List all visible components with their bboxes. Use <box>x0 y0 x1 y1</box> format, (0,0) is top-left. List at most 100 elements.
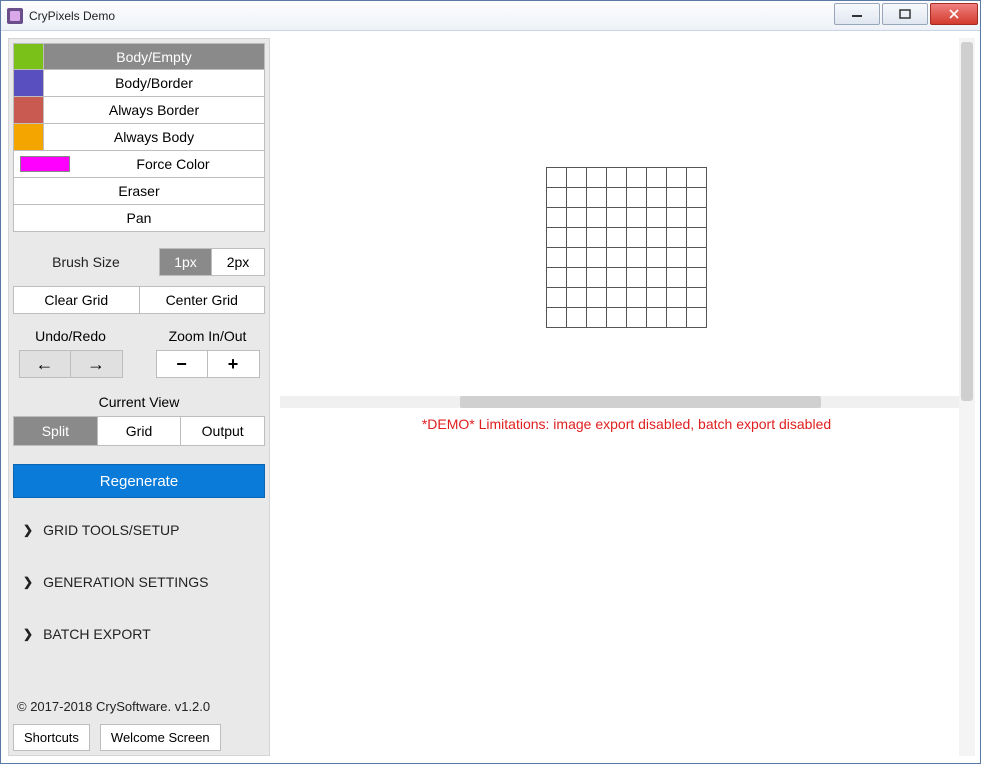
grid-cell[interactable] <box>666 287 686 307</box>
grid-cell[interactable] <box>646 207 666 227</box>
grid-cell[interactable] <box>666 167 686 187</box>
section-batch-export[interactable]: ❯BATCH EXPORT <box>13 626 265 642</box>
grid-cell[interactable] <box>666 187 686 207</box>
divider-thumb[interactable] <box>460 396 820 408</box>
pane-divider[interactable] <box>280 396 973 408</box>
grid-cell[interactable] <box>586 187 606 207</box>
grid-cell[interactable] <box>586 207 606 227</box>
view-option-grid[interactable]: Grid <box>98 417 182 445</box>
redo-button[interactable]: → <box>71 350 123 378</box>
grid-cell[interactable] <box>686 227 706 247</box>
grid-cell[interactable] <box>566 287 586 307</box>
grid-cell[interactable] <box>626 227 646 247</box>
grid-cell[interactable] <box>586 247 606 267</box>
section-generation-settings[interactable]: ❯GENERATION SETTINGS <box>13 574 265 590</box>
minimize-button[interactable] <box>834 3 880 25</box>
shortcuts-button[interactable]: Shortcuts <box>13 724 90 751</box>
grid-cell[interactable] <box>646 307 666 327</box>
grid-cell[interactable] <box>586 167 606 187</box>
tool-always-border[interactable]: Always Border <box>13 97 265 124</box>
grid-cell[interactable] <box>546 307 566 327</box>
grid-cell[interactable] <box>626 267 646 287</box>
grid-pane[interactable] <box>280 38 973 396</box>
grid-cell[interactable] <box>686 267 706 287</box>
grid-cell[interactable] <box>626 247 646 267</box>
grid-cell[interactable] <box>586 307 606 327</box>
grid-cell[interactable] <box>666 247 686 267</box>
grid-cell[interactable] <box>626 287 646 307</box>
undo-button[interactable]: ← <box>19 350 71 378</box>
grid-cell[interactable] <box>646 187 666 207</box>
view-option-split[interactable]: Split <box>14 417 98 445</box>
grid-cell[interactable] <box>626 167 646 187</box>
grid-cell[interactable] <box>686 307 706 327</box>
tool-label: Always Border <box>44 97 264 123</box>
grid-cell[interactable] <box>546 227 566 247</box>
grid-cell[interactable] <box>566 267 586 287</box>
grid-cell[interactable] <box>686 187 706 207</box>
grid-cell[interactable] <box>566 227 586 247</box>
grid-cell[interactable] <box>586 227 606 247</box>
titlebar: CryPixels Demo <box>1 1 980 31</box>
tool-body-empty[interactable]: Body/Empty <box>13 43 265 70</box>
zoom-in-button[interactable]: + <box>208 350 260 378</box>
grid-cell[interactable] <box>686 167 706 187</box>
grid-cell[interactable] <box>546 207 566 227</box>
center-grid-button[interactable]: Center Grid <box>140 286 266 314</box>
tool-body-border[interactable]: Body/Border <box>13 70 265 97</box>
section-grid-tools-setup[interactable]: ❯GRID TOOLS/SETUP <box>13 522 265 538</box>
grid-cell[interactable] <box>646 167 666 187</box>
grid-cell[interactable] <box>606 307 626 327</box>
view-option-output[interactable]: Output <box>181 417 264 445</box>
grid-cell[interactable] <box>686 287 706 307</box>
grid-cell[interactable] <box>566 167 586 187</box>
grid-cell[interactable] <box>666 307 686 327</box>
grid-cell[interactable] <box>606 267 626 287</box>
grid-cell[interactable] <box>646 247 666 267</box>
grid-cell[interactable] <box>606 227 626 247</box>
tool-always-body[interactable]: Always Body <box>13 124 265 151</box>
grid-cell[interactable] <box>606 167 626 187</box>
brush-option-1px[interactable]: 1px <box>160 249 212 275</box>
grid-cell[interactable] <box>546 267 566 287</box>
grid-cell[interactable] <box>566 307 586 327</box>
clear-grid-button[interactable]: Clear Grid <box>13 286 140 314</box>
regenerate-button[interactable]: Regenerate <box>13 464 265 498</box>
grid-cell[interactable] <box>606 207 626 227</box>
vertical-scrollbar[interactable] <box>959 38 975 756</box>
grid-cell[interactable] <box>606 187 626 207</box>
scrollbar-thumb[interactable] <box>961 42 973 401</box>
zoom-out-button[interactable]: − <box>156 350 208 378</box>
maximize-button[interactable] <box>882 3 928 25</box>
tool-pan[interactable]: Pan <box>13 205 265 232</box>
grid-cell[interactable] <box>646 227 666 247</box>
tool-eraser[interactable]: Eraser <box>13 178 265 205</box>
close-button[interactable] <box>930 3 978 25</box>
grid-cell[interactable] <box>626 187 646 207</box>
grid-cell[interactable] <box>626 207 646 227</box>
grid-cell[interactable] <box>646 287 666 307</box>
grid-cell[interactable] <box>566 247 586 267</box>
grid-cell[interactable] <box>566 207 586 227</box>
grid-cell[interactable] <box>666 267 686 287</box>
grid-cell[interactable] <box>686 207 706 227</box>
grid-cell[interactable] <box>606 247 626 267</box>
brush-option-2px[interactable]: 2px <box>212 249 264 275</box>
grid-cell[interactable] <box>566 187 586 207</box>
tool-force-color[interactable]: Force Color <box>13 151 265 178</box>
grid-cell[interactable] <box>546 247 566 267</box>
grid-cell[interactable] <box>546 167 566 187</box>
grid-cell[interactable] <box>666 227 686 247</box>
grid-cell[interactable] <box>546 187 566 207</box>
grid-cell[interactable] <box>686 247 706 267</box>
grid-cell[interactable] <box>606 287 626 307</box>
grid-cell[interactable] <box>666 207 686 227</box>
welcome-screen-button[interactable]: Welcome Screen <box>100 724 221 751</box>
force-color-swatch[interactable] <box>20 156 70 172</box>
grid-cell[interactable] <box>626 307 646 327</box>
grid-cell[interactable] <box>646 267 666 287</box>
grid-cell[interactable] <box>546 287 566 307</box>
grid-cell[interactable] <box>586 287 606 307</box>
pixel-grid[interactable] <box>546 167 707 328</box>
grid-cell[interactable] <box>586 267 606 287</box>
